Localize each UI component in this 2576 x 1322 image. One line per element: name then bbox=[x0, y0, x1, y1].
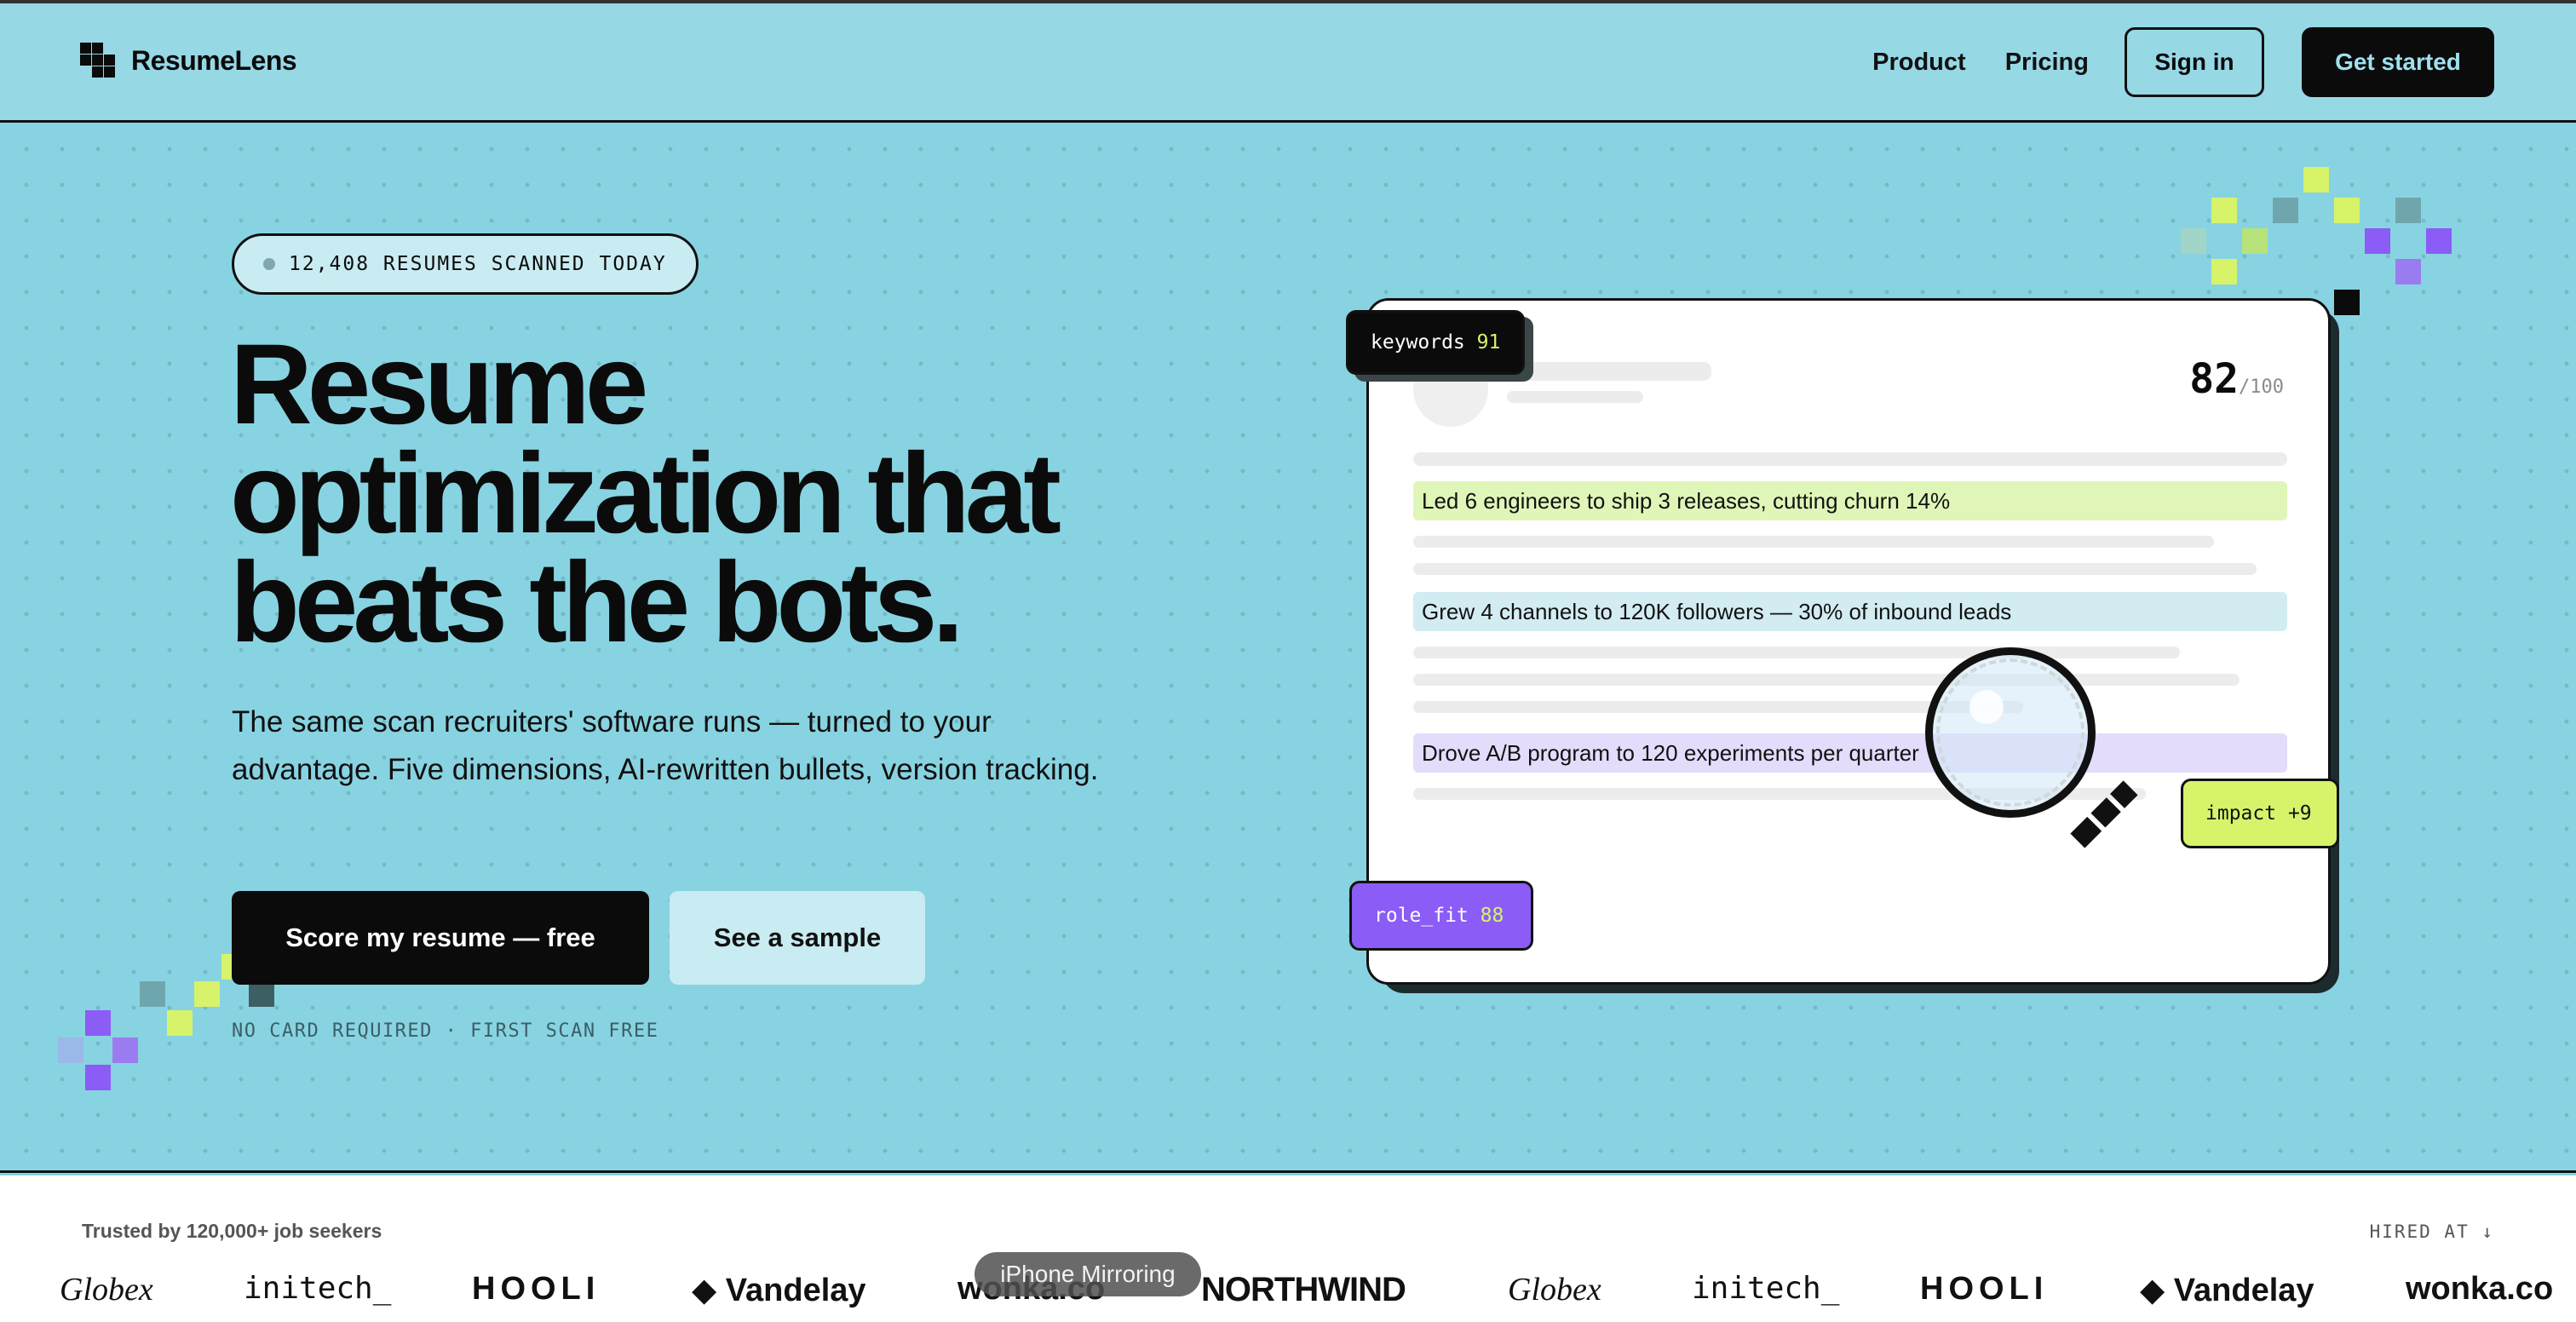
headline-line-3: beats the bots. bbox=[230, 539, 964, 666]
top-nav: ResumeLens Product Pricing Sign in Get s… bbox=[0, 3, 2576, 123]
text-line-placeholder bbox=[1413, 674, 2240, 686]
text-line-placeholder bbox=[1413, 452, 2287, 466]
highlighted-bullet-2: Grew 4 channels to 120K followers — 30% … bbox=[1413, 592, 2287, 631]
hero-subtext: The same scan recruiters' software runs … bbox=[232, 705, 1099, 786]
highlighted-bullet-3: Drove A/B program to 120 experiments per… bbox=[1413, 733, 2287, 773]
text-line-placeholder bbox=[1413, 536, 2214, 548]
see-sample-button[interactable]: See a sample bbox=[670, 891, 925, 985]
text-line-placeholder bbox=[1413, 563, 2257, 575]
brand-logo-globex: Globex bbox=[60, 1272, 153, 1308]
highlighted-bullet-1: Led 6 engineers to ship 3 releases, cutt… bbox=[1413, 481, 2287, 520]
status-dot-icon bbox=[263, 258, 275, 270]
keywords-tag: keywords 91 bbox=[1346, 310, 1525, 375]
nav-link-pricing[interactable]: Pricing bbox=[2005, 49, 2089, 77]
headline-line-2: optimization that bbox=[230, 430, 1061, 557]
brand-logo-northwind: NORTHWIND bbox=[1201, 1271, 1406, 1308]
brand-logo-globex: Globex bbox=[1508, 1272, 1601, 1308]
role-fit-tag: role_fit 88 bbox=[1349, 881, 1533, 951]
iphone-mirroring-overlay[interactable]: iPhone Mirroring bbox=[975, 1252, 1201, 1296]
brand-logo-vandelay: ◆ Vandelay bbox=[692, 1273, 866, 1308]
pixel-grid-icon bbox=[80, 43, 116, 78]
brand-logo-vandelay: ◆ Vandelay bbox=[2140, 1273, 2314, 1308]
hero-headline: Resume optimization that beats the bots. bbox=[230, 321, 1218, 666]
score-value: 82 bbox=[2189, 355, 2240, 403]
score-suffix: /100 bbox=[2239, 376, 2284, 398]
brand-name: ResumeLens bbox=[131, 44, 297, 76]
keywords-value: 91 bbox=[1476, 331, 1501, 353]
score-resume-button[interactable]: Score my resume — free bbox=[232, 891, 649, 985]
role-fit-label: role_fit bbox=[1374, 905, 1469, 927]
cta-note: NO CARD REQUIRED · FIRST SCAN FREE bbox=[232, 1020, 659, 1042]
keywords-label: keywords bbox=[1371, 331, 1465, 353]
scan-count-pill: 12,408 RESUMES SCANNED TODAY bbox=[232, 233, 699, 295]
brand-logo-hooli: HOOLI bbox=[472, 1271, 601, 1307]
nav-link-product[interactable]: Product bbox=[1872, 49, 1966, 77]
text-line-placeholder bbox=[1413, 647, 2180, 658]
resume-score: 82/100 bbox=[2189, 355, 2284, 403]
impact-label: impact bbox=[2205, 802, 2277, 825]
sign-in-button[interactable]: Sign in bbox=[2125, 27, 2264, 97]
impact-value: +9 bbox=[2287, 802, 2312, 825]
brand-logo-strip: Globex initech_ HOOLI ◆ Vandelay wonka.c… bbox=[0, 1271, 2576, 1322]
trusted-by-label: Trusted by 120,000+ job seekers bbox=[82, 1220, 382, 1242]
brand-logo[interactable]: ResumeLens bbox=[80, 43, 297, 78]
headline-line-1: Resume bbox=[230, 321, 648, 448]
trusted-by-section: Trusted by 120,000+ job seekers HIRED AT… bbox=[0, 1175, 2576, 1322]
brand-logo-wonka: wonka.co bbox=[2406, 1271, 2554, 1307]
title-placeholder bbox=[1507, 391, 1643, 403]
role-fit-value: 88 bbox=[1480, 905, 1504, 927]
name-placeholder bbox=[1507, 362, 1711, 381]
brand-logo-initech: initech_ bbox=[244, 1271, 392, 1306]
impact-tag: impact +9 bbox=[2181, 779, 2339, 848]
hired-at-label: HIRED AT ↓ bbox=[2369, 1221, 2494, 1242]
brand-logo-initech: initech_ bbox=[1692, 1271, 1840, 1306]
get-started-button[interactable]: Get started bbox=[2302, 27, 2494, 97]
nav-links: Product Pricing Sign in Get started bbox=[1872, 27, 2494, 97]
scan-count-text: 12,408 RESUMES SCANNED TODAY bbox=[289, 253, 667, 275]
brand-logo-hooli: HOOLI bbox=[1920, 1271, 2049, 1307]
